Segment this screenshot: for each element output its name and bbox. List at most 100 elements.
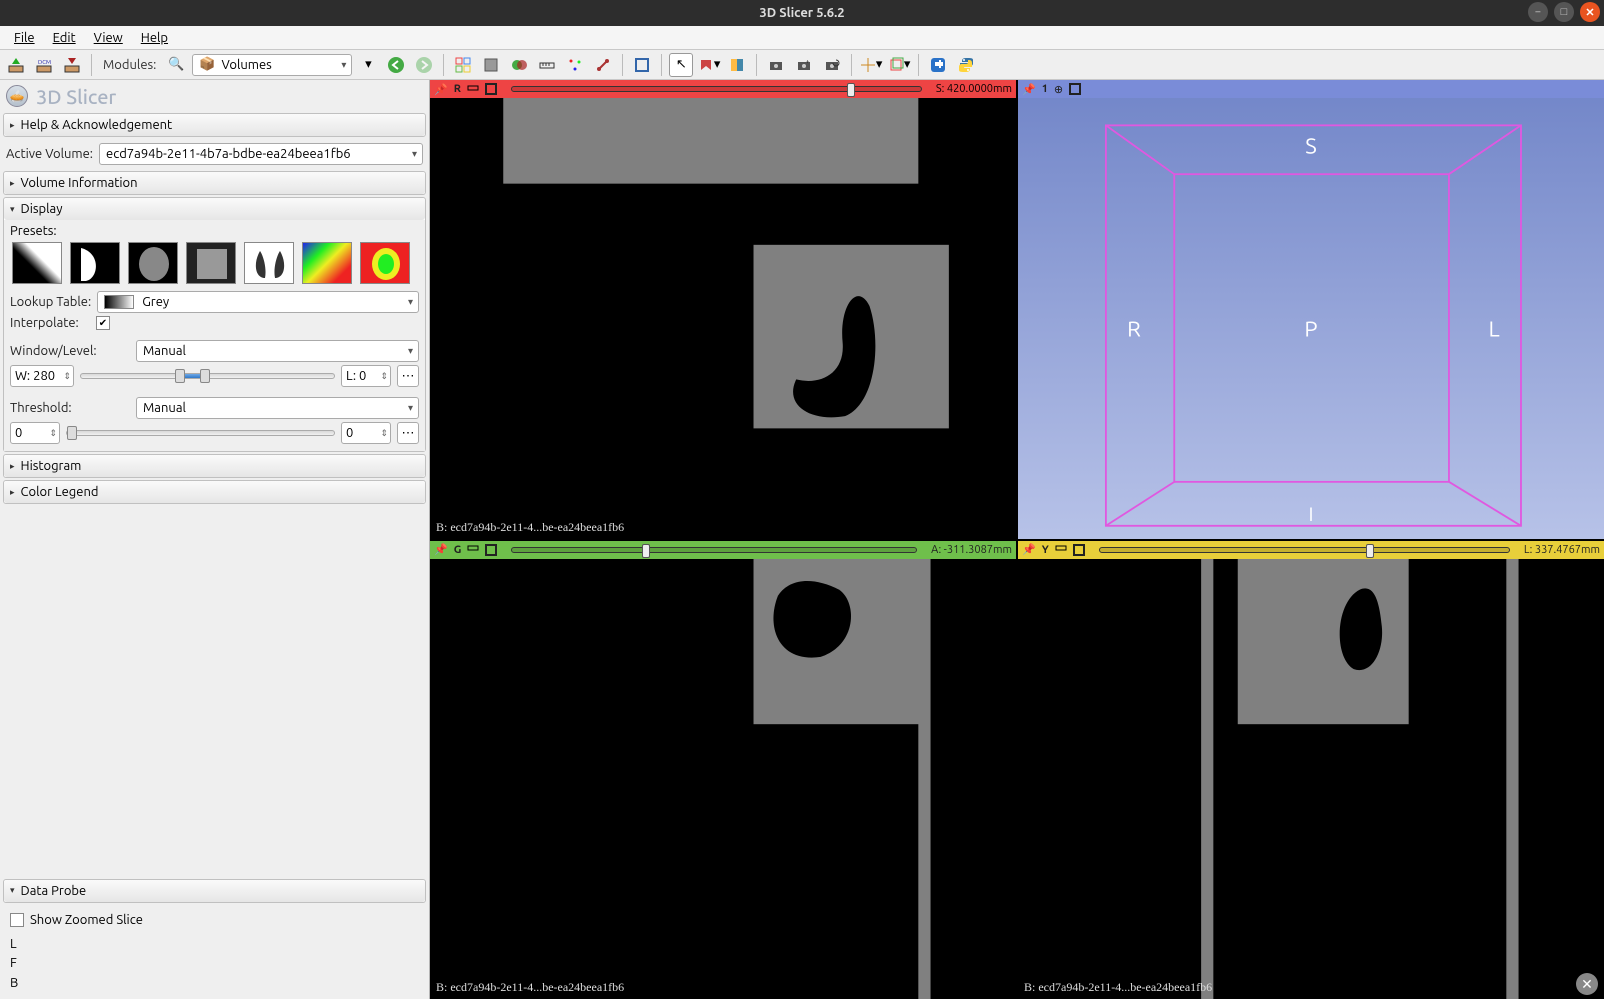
red-overlay-label: B: ecd7a94b-2e11-4...be-ea24beea1fb6 bbox=[436, 520, 624, 535]
axis-label-green: G bbox=[454, 544, 462, 556]
save-icon[interactable] bbox=[60, 53, 84, 77]
orient-i: I bbox=[1309, 503, 1314, 525]
separator bbox=[851, 54, 852, 76]
threshold-slider[interactable] bbox=[66, 430, 335, 436]
preset-ct-air[interactable] bbox=[70, 242, 120, 284]
window-level-menu-icon[interactable]: ⋯ bbox=[397, 365, 419, 387]
orient-l: L bbox=[1489, 318, 1500, 342]
maximize-view-icon[interactable] bbox=[485, 83, 497, 95]
orient-s: S bbox=[1305, 134, 1317, 158]
menu-file[interactable]: File bbox=[6, 29, 43, 47]
separator bbox=[622, 54, 623, 76]
markups-toolbar-icon[interactable] bbox=[563, 53, 587, 77]
nav-back-icon[interactable] bbox=[384, 53, 408, 77]
orient-r: R bbox=[1127, 318, 1141, 342]
3d-view[interactable]: 📌 1 ⊕ S R L P I bbox=[1018, 80, 1604, 539]
section-display[interactable]: ▾Display bbox=[4, 198, 425, 220]
red-slice-slider[interactable] bbox=[511, 86, 922, 92]
interpolate-checkbox[interactable]: ✔ bbox=[96, 316, 110, 330]
separator bbox=[661, 54, 662, 76]
module-history-icon[interactable]: ▾ bbox=[356, 53, 380, 77]
window-level-input[interactable]: L: 0 bbox=[341, 365, 391, 387]
section-color-legend[interactable]: ▸Color Legend bbox=[4, 481, 425, 503]
slice-intersection-icon[interactable]: ▾ bbox=[887, 53, 911, 77]
section-data-probe[interactable]: ▾Data Probe bbox=[4, 880, 425, 902]
minimize-button[interactable]: − bbox=[1528, 2, 1548, 22]
svg-text:DCM: DCM bbox=[38, 59, 51, 66]
menu-help[interactable]: Help bbox=[133, 29, 176, 47]
layout-conventional-icon[interactable] bbox=[451, 53, 475, 77]
extension-manager-icon[interactable] bbox=[926, 53, 950, 77]
pin-icon[interactable]: 📌 bbox=[434, 83, 448, 96]
fiducial-place-icon[interactable]: ▾ bbox=[697, 53, 721, 77]
preset-ct-abdomen[interactable] bbox=[186, 242, 236, 284]
3d-view-number: 1 bbox=[1042, 83, 1048, 95]
threshold-menu-icon[interactable]: ⋯ bbox=[397, 422, 419, 444]
link-icon[interactable] bbox=[467, 542, 479, 557]
threshold-mode[interactable]: Manual bbox=[136, 397, 419, 419]
green-overlay-label: B: ecd7a94b-2e11-4...be-ea24beea1fb6 bbox=[436, 980, 624, 995]
notification-close-icon[interactable]: ✕ bbox=[1576, 973, 1598, 995]
window-level-label: Window/Level: bbox=[10, 344, 130, 358]
yellow-slice-slider[interactable] bbox=[1099, 547, 1510, 553]
load-data-icon[interactable] bbox=[4, 53, 28, 77]
active-volume-selector[interactable]: ecd7a94b-2e11-4b7a-bdbe-ea24beea1fb6 bbox=[99, 143, 423, 165]
module-selector-label: Volumes bbox=[222, 58, 272, 72]
menu-view[interactable]: View bbox=[86, 29, 131, 47]
restore-scene-icon[interactable] bbox=[820, 53, 844, 77]
section-volume-info[interactable]: ▸Volume Information bbox=[4, 172, 425, 194]
preset-dti[interactable] bbox=[360, 242, 410, 284]
presets-row bbox=[10, 238, 419, 288]
menu-edit[interactable]: Edit bbox=[45, 29, 84, 47]
app-logo-row: 🥧 3D Slicer bbox=[0, 80, 429, 112]
window-width-input[interactable]: W: 280 bbox=[10, 365, 74, 387]
section-histogram[interactable]: ▸Histogram bbox=[4, 455, 425, 477]
link-icon[interactable] bbox=[1055, 542, 1067, 557]
window-level-mode[interactable]: Manual bbox=[136, 340, 419, 362]
preset-ct-brain[interactable] bbox=[128, 242, 178, 284]
module-search-icon[interactable]: 🔍 bbox=[164, 53, 188, 77]
lookup-label: Lookup Table: bbox=[10, 295, 91, 309]
center-icon[interactable]: ⊕ bbox=[1054, 83, 1063, 96]
threshold-high-input[interactable]: 0 bbox=[341, 422, 391, 444]
capture-icon[interactable] bbox=[764, 53, 788, 77]
green-slice-slider[interactable] bbox=[511, 547, 917, 553]
show-zoomed-checkbox[interactable] bbox=[10, 913, 24, 927]
screenshot-tool-icon[interactable] bbox=[630, 53, 654, 77]
pin-icon[interactable]: 📌 bbox=[434, 543, 448, 556]
maximize-view-icon[interactable] bbox=[1069, 83, 1081, 95]
maximize-view-icon[interactable] bbox=[485, 544, 497, 556]
models-visibility-icon[interactable] bbox=[507, 53, 531, 77]
dataprobe-b: B bbox=[10, 974, 419, 994]
active-volume-label: Active Volume: bbox=[6, 147, 93, 161]
maximize-button[interactable]: □ bbox=[1554, 2, 1574, 22]
scene-view-icon[interactable]: + bbox=[792, 53, 816, 77]
toggle-markups-icon[interactable] bbox=[591, 53, 615, 77]
slice-view-green[interactable]: 📌 G A: -311.3087mm B: ecd7a94b-2e11-4...… bbox=[430, 541, 1016, 999]
module-selector[interactable]: 📦 Volumes bbox=[192, 54, 352, 76]
mouse-mode-cursor-icon[interactable]: ↖ bbox=[669, 53, 693, 77]
window-level-icon[interactable] bbox=[725, 53, 749, 77]
yellow-overlay-label: B: ecd7a94b-2e11-4...be-ea24beea1fb6 bbox=[1024, 980, 1212, 995]
ruler-icon[interactable] bbox=[535, 53, 559, 77]
pin-icon[interactable]: 📌 bbox=[1022, 543, 1036, 556]
threshold-low-input[interactable]: 0 bbox=[10, 422, 60, 444]
crosshair-icon[interactable]: ▾ bbox=[859, 53, 883, 77]
nav-forward-icon[interactable] bbox=[412, 53, 436, 77]
preset-ct-bone[interactable] bbox=[12, 242, 62, 284]
maximize-view-icon[interactable] bbox=[1073, 544, 1085, 556]
load-dicom-icon[interactable]: DCM bbox=[32, 53, 56, 77]
python-console-icon[interactable] bbox=[954, 53, 978, 77]
slice-view-yellow[interactable]: 📌 Y L: 337.4767mm B: ecd7a94b-2e11-4...b… bbox=[1018, 541, 1604, 999]
lookup-table-selector[interactable]: Grey bbox=[97, 291, 419, 313]
preset-pet[interactable] bbox=[302, 242, 352, 284]
preset-ct-lung[interactable] bbox=[244, 242, 294, 284]
presets-label: Presets: bbox=[10, 224, 419, 238]
slice-view-red[interactable]: 📌 R S: 420.0000mm B: ecd7a94b-2e11-4...b… bbox=[430, 80, 1016, 539]
section-help[interactable]: ▸Help & Acknowledgement bbox=[4, 114, 425, 136]
close-button[interactable]: ✕ bbox=[1580, 2, 1600, 22]
window-level-slider[interactable] bbox=[80, 373, 335, 379]
link-icon[interactable] bbox=[467, 82, 479, 97]
volume-rendering-icon[interactable] bbox=[479, 53, 503, 77]
pin-icon[interactable]: 📌 bbox=[1022, 83, 1036, 96]
